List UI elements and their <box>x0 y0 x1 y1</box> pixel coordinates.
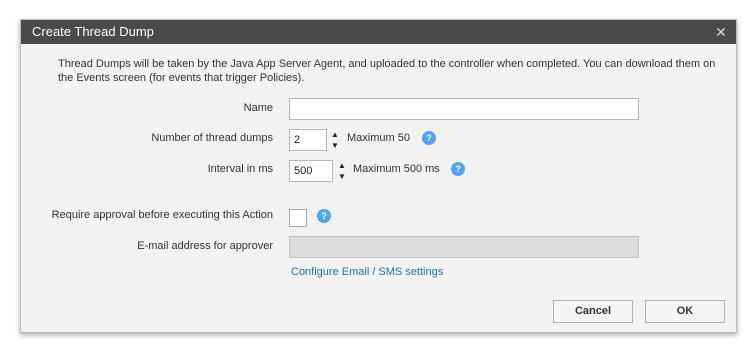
dialog-titlebar: Create Thread Dump ✕ <box>21 20 736 44</box>
configure-email-sms-link[interactable]: Configure Email / SMS settings <box>291 266 443 278</box>
name-input[interactable] <box>289 98 639 120</box>
stepper-down-icon[interactable]: ▼ <box>330 140 340 151</box>
approval-label: Require approval before executing this A… <box>51 209 273 221</box>
dialog-title: Create Thread Dump <box>32 24 154 39</box>
stepper-down-icon[interactable]: ▼ <box>337 171 347 182</box>
thread-dumps-input[interactable] <box>289 129 327 151</box>
thread-dumps-help-icon[interactable]: ? <box>422 131 436 145</box>
interval-max: Maximum 500 ms <box>353 163 440 175</box>
approval-checkbox[interactable] <box>289 209 307 227</box>
stepper-up-icon[interactable]: ▲ <box>330 129 340 140</box>
thread-dumps-max: Maximum 50 <box>347 132 410 144</box>
thread-dumps-stepper[interactable]: ▲ ▼ <box>330 129 340 151</box>
thread-dumps-label: Number of thread dumps <box>151 132 273 144</box>
approver-email-field[interactable] <box>289 236 639 258</box>
ok-button[interactable]: OK <box>645 300 725 323</box>
stepper-up-icon[interactable]: ▲ <box>337 160 347 171</box>
interval-input[interactable] <box>289 160 333 182</box>
cancel-button[interactable]: Cancel <box>553 300 633 323</box>
dialog-description: Thread Dumps will be taken by the Java A… <box>58 58 716 84</box>
name-label: Name <box>243 102 273 114</box>
approver-email-label: E-mail address for approver <box>137 240 273 252</box>
create-thread-dump-dialog: Create Thread Dump ✕ Thread Dumps will b… <box>20 19 737 333</box>
interval-label: Interval in ms <box>207 163 273 175</box>
interval-stepper[interactable]: ▲ ▼ <box>337 160 347 182</box>
interval-help-icon[interactable]: ? <box>451 162 465 176</box>
approval-help-icon[interactable]: ? <box>317 209 331 223</box>
close-icon[interactable]: ✕ <box>712 23 730 41</box>
